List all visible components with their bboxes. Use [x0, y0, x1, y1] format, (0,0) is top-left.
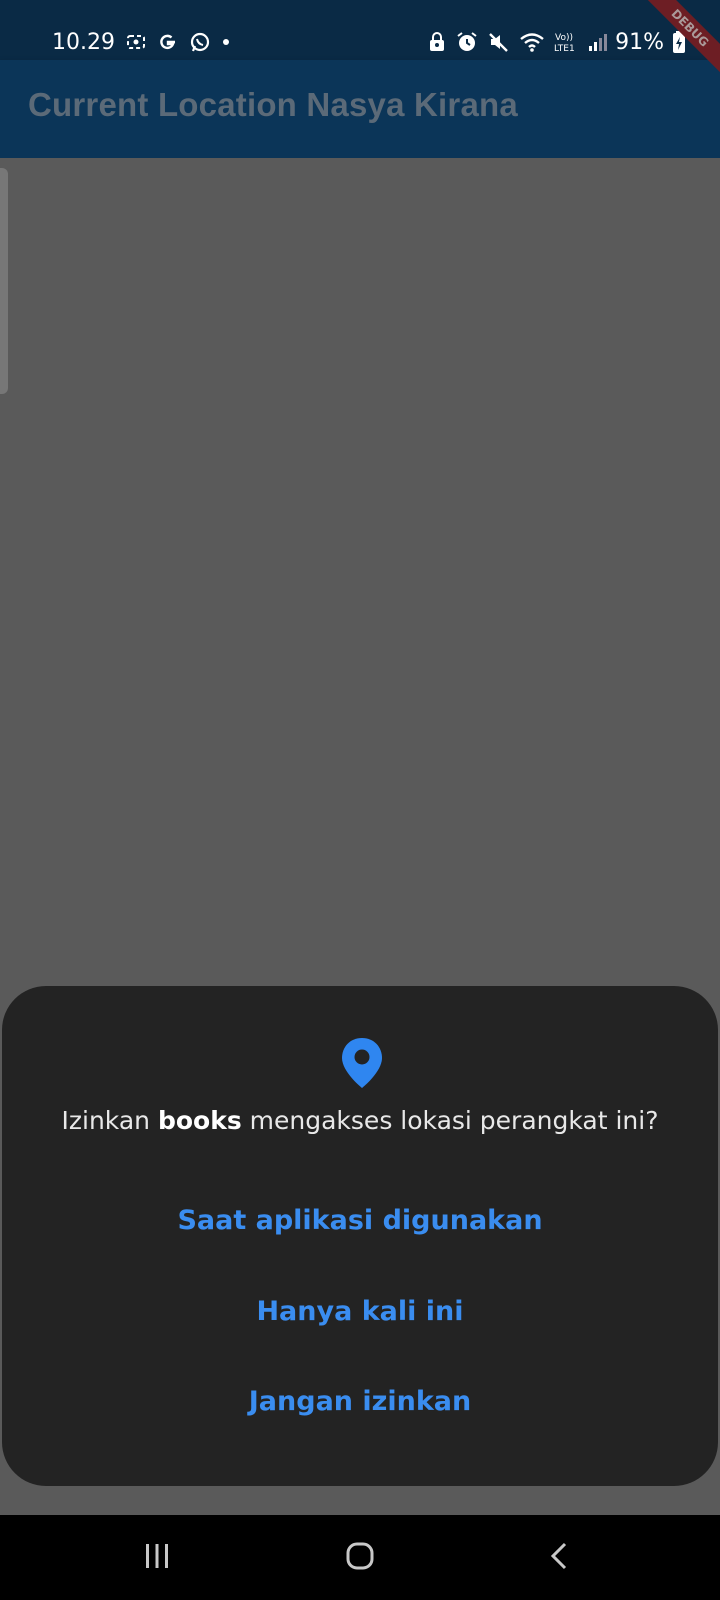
recent-apps-icon: [142, 1541, 172, 1575]
svg-text:Vo)): Vo)): [555, 33, 573, 43]
lock-icon: [427, 31, 447, 53]
app-bar: Current Location Nasya Kirana: [0, 60, 720, 158]
status-right: Vo)) LTE1 91%: [427, 26, 686, 58]
home-button[interactable]: [330, 1533, 390, 1583]
back-button[interactable]: [530, 1533, 590, 1583]
google-icon: [157, 31, 179, 53]
prompt-suffix: mengakses lokasi perangkat ini?: [241, 1106, 659, 1135]
whatsapp-icon: [189, 31, 211, 53]
wifi-icon: [519, 31, 545, 53]
home-icon: [344, 1540, 376, 1576]
location-permission-dialog: Izinkan books mengakses lokasi perangkat…: [2, 986, 718, 1486]
allow-while-using-button[interactable]: Saat aplikasi digunakan: [122, 1188, 598, 1252]
back-icon: [545, 1541, 575, 1575]
battery-percent: 91%: [615, 29, 664, 55]
navigation-bar: [0, 1515, 720, 1600]
status-left: 10.29: [52, 26, 231, 58]
svg-text:LTE1: LTE1: [554, 44, 575, 54]
page-title: Current Location Nasya Kirana: [28, 86, 518, 123]
alarm-icon: [455, 31, 479, 53]
app-name: books: [157, 1106, 242, 1135]
prompt-prefix: Izinkan: [61, 1106, 158, 1135]
recent-apps-button[interactable]: [127, 1533, 187, 1583]
location-pin-icon: [339, 1036, 385, 1090]
screen-record-icon: [125, 31, 147, 53]
allow-once-button[interactable]: Hanya kali ini: [122, 1279, 598, 1343]
volte-icon: Vo)) LTE1: [553, 30, 579, 54]
status-bar: 10.29 Vo)) LTE1 91%: [0, 0, 720, 60]
deny-button[interactable]: Jangan izinkan: [122, 1369, 598, 1433]
dot-icon: [221, 31, 231, 53]
mute-icon: [487, 31, 511, 53]
permission-prompt: Izinkan books mengakses lokasi perangkat…: [2, 1106, 718, 1135]
scroll-edge-indicator: [0, 168, 8, 394]
signal-icon: [587, 31, 608, 53]
clock: 10.29: [52, 29, 115, 55]
